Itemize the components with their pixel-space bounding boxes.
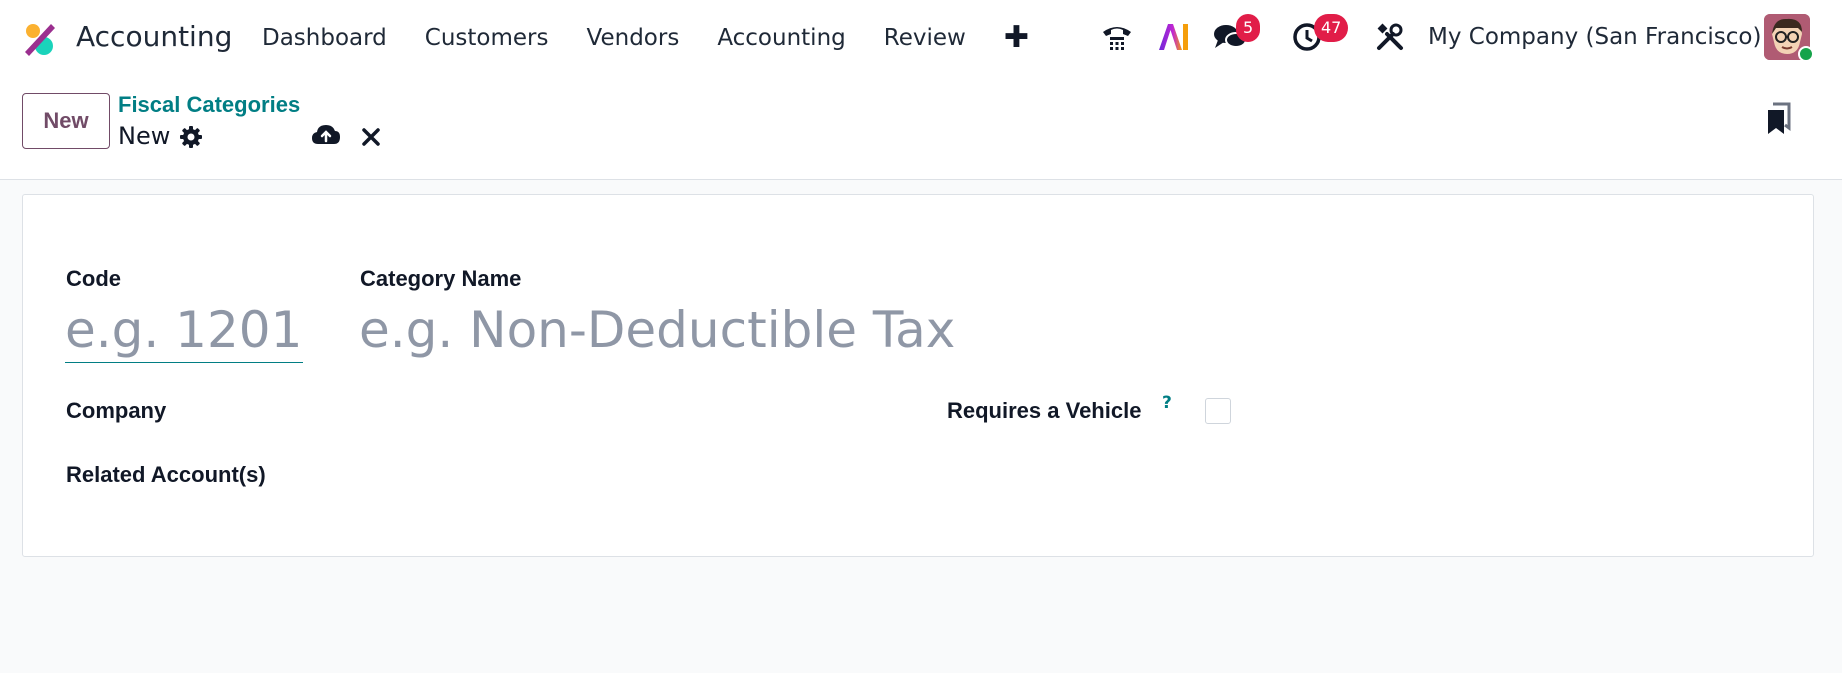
plus-icon[interactable]: ✚ [1004,19,1029,57]
ai-icon[interactable] [1154,17,1194,57]
code-input[interactable] [65,297,303,363]
menu-vendors[interactable]: Vendors [587,19,680,57]
code-label: Code [66,266,121,291]
close-icon[interactable] [356,122,386,152]
record-title: New [118,122,171,150]
category-name-input[interactable] [359,297,1359,363]
gear-icon[interactable] [176,122,206,152]
form-sheet: Code Category Name Company Related Accou… [22,194,1814,557]
bookmark-icon[interactable] [1763,102,1793,134]
breadcrumb-fiscal-categories[interactable]: Fiscal Categories [118,90,300,120]
main-menu: Dashboard Customers Vendors Accounting R… [262,19,1029,57]
menu-review[interactable]: Review [884,19,966,57]
control-panel: New Fiscal Categories New [0,74,1842,180]
company-label: Company [66,398,167,423]
messages-count-badge: 5 [1236,14,1261,42]
menu-customers[interactable]: Customers [425,19,549,57]
category-name-label: Category Name [360,266,522,291]
help-tooltip-icon[interactable]: ? [1162,393,1172,413]
related-accounts-label: Related Account(s) [66,462,266,487]
online-status-dot [1798,46,1814,62]
menu-dashboard[interactable]: Dashboard [262,19,387,57]
accounting-app-logo-icon[interactable] [20,19,58,57]
company-switcher[interactable]: My Company (San Francisco) [1428,18,1761,56]
tools-icon[interactable] [1370,17,1410,57]
phone-icon[interactable] [1097,17,1137,57]
cloud-upload-icon[interactable] [311,120,341,150]
new-button[interactable]: New [22,93,110,149]
menu-accounting[interactable]: Accounting [717,19,845,57]
top-navbar: Accounting Dashboard Customers Vendors A… [0,0,1842,74]
requires-vehicle-label: Requires a Vehicle [947,398,1142,423]
app-name[interactable]: Accounting [76,18,232,56]
activities-count-badge: 47 [1314,14,1349,42]
requires-vehicle-checkbox[interactable] [1205,398,1231,424]
user-avatar[interactable] [1764,14,1814,62]
